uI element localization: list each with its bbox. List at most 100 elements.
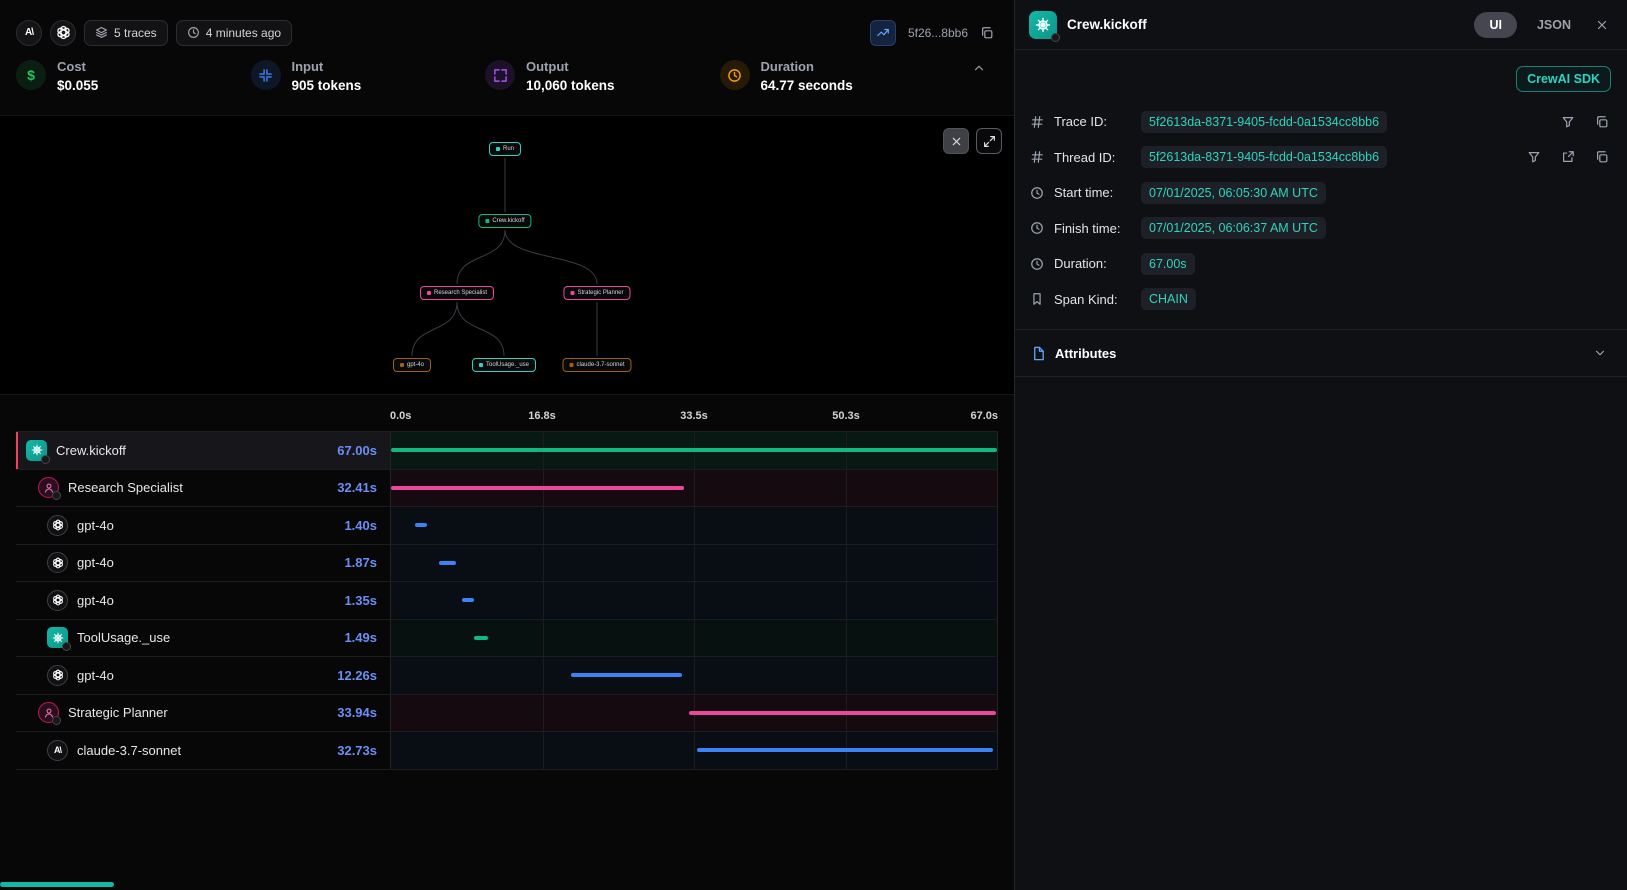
timeline-row[interactable]: A\claude-3.7-sonnet32.73s (16, 732, 998, 770)
detail-label: Span Kind: (1054, 292, 1132, 307)
copy-icon (980, 26, 994, 40)
row-gantt-cell[interactable] (390, 545, 998, 582)
tab-ui[interactable]: UI (1474, 12, 1517, 38)
span-name: ToolUsage._use (77, 630, 170, 645)
row-label-cell[interactable]: Strategic Planner33.94s (16, 695, 390, 732)
gridline (846, 545, 847, 582)
gridline (694, 545, 695, 582)
detail-value[interactable]: 5f2613da-8371-9405-fcdd-0a1534cc8bb6 (1141, 111, 1387, 133)
traces-count-badge[interactable]: 5 traces (84, 20, 168, 46)
timeline-row[interactable]: Research Specialist32.41s (16, 470, 998, 508)
span-bar[interactable] (439, 561, 456, 565)
close-icon (950, 135, 963, 148)
bookmark-icon (1029, 292, 1045, 306)
detail-value[interactable]: 67.00s (1141, 253, 1195, 275)
row-label-cell[interactable]: ToolUsage._use1.49s (16, 620, 390, 657)
span-duration: 1.35s (344, 593, 390, 608)
copy-icon (1595, 150, 1609, 164)
row-label-cell[interactable]: gpt-4o1.35s (16, 582, 390, 619)
copy-trace-id-button[interactable] (976, 22, 998, 44)
timeline-rows: Crew.kickoff67.00sResearch Specialist32.… (16, 431, 998, 770)
gridline (543, 695, 544, 732)
row-label-cell[interactable]: gpt-4o12.26s (16, 657, 390, 694)
span-bar[interactable] (391, 448, 997, 452)
detail-row: Duration:67.00s (1029, 246, 1613, 282)
gridline (846, 507, 847, 544)
timeline-row[interactable]: gpt-4o1.35s (16, 582, 998, 620)
gridline (846, 620, 847, 657)
copy-value-button[interactable] (1591, 111, 1613, 133)
trace-graph[interactable]: Run Crew.kickoff Research Specialist Strate… (0, 115, 1014, 395)
row-label-cell[interactable]: gpt-4o1.87s (16, 545, 390, 582)
close-graph-button[interactable] (943, 128, 969, 154)
span-bar[interactable] (415, 523, 428, 527)
tab-json[interactable]: JSON (1531, 17, 1577, 33)
node-label: Strategic Planner (577, 290, 623, 296)
span-duration: 32.73s (337, 743, 390, 758)
copy-value-button[interactable] (1591, 146, 1613, 168)
row-gantt-cell[interactable] (390, 620, 998, 657)
crew-icon (1029, 11, 1057, 39)
filter-button[interactable] (1523, 146, 1545, 168)
span-bar[interactable] (462, 598, 474, 602)
attributes-section[interactable]: Attributes (1015, 329, 1627, 377)
span-bar[interactable] (474, 636, 487, 640)
file-icon (1031, 346, 1046, 361)
timeline-row[interactable]: gpt-4o1.40s (16, 507, 998, 545)
clock-icon (1029, 221, 1045, 235)
gridline (694, 732, 695, 769)
row-label-cell[interactable]: A\claude-3.7-sonnet32.73s (16, 732, 390, 769)
close-panel-button[interactable] (1591, 14, 1613, 36)
row-label-cell[interactable]: Research Specialist32.41s (16, 470, 390, 507)
graph-node[interactable]: Crew.kickoff (478, 214, 531, 228)
detail-value[interactable]: CHAIN (1141, 288, 1196, 310)
detail-value[interactable]: 5f2613da-8371-9405-fcdd-0a1534cc8bb6 (1141, 146, 1387, 168)
row-gantt-cell[interactable] (390, 582, 998, 619)
sdk-mini-badge (52, 491, 61, 500)
stat-value: 905 tokens (292, 78, 362, 93)
detail-row: Span Kind: CHAIN (1029, 282, 1613, 318)
timeline-row[interactable]: gpt-4o12.26s (16, 657, 998, 695)
graph-node[interactable]: Run (489, 142, 521, 156)
chevron-down-icon[interactable] (1589, 342, 1611, 364)
timeline-row[interactable]: Crew.kickoff67.00s (16, 432, 998, 470)
span-bar[interactable] (391, 486, 684, 490)
row-label-cell[interactable]: Crew.kickoff67.00s (16, 432, 390, 469)
row-gantt-cell[interactable] (390, 695, 998, 732)
row-gantt-cell[interactable] (390, 732, 998, 769)
agent-icon (38, 477, 59, 498)
span-bar[interactable] (697, 748, 993, 752)
span-bar[interactable] (689, 711, 996, 715)
graph-node[interactable]: Strategic Planner (563, 286, 630, 300)
detail-value[interactable]: 07/01/2025, 06:06:37 AM UTC (1141, 217, 1326, 239)
row-gantt-cell[interactable] (390, 657, 998, 694)
timeline-row[interactable]: Strategic Planner33.94s (16, 695, 998, 733)
horizontal-scrollbar-thumb[interactable] (0, 882, 114, 887)
close-icon (1595, 18, 1609, 32)
collapse-stats-button[interactable] (968, 57, 990, 79)
expand-graph-button[interactable] (976, 128, 1002, 154)
timeline-row[interactable]: ToolUsage._use1.49s (16, 620, 998, 658)
node-status-dot (427, 291, 431, 295)
graph-node[interactable]: Research Specialist (420, 286, 494, 300)
node-label: Crew.kickoff (492, 218, 524, 224)
stat-label: Input (292, 59, 362, 74)
span-bar[interactable] (571, 673, 682, 677)
detail-value[interactable]: 07/01/2025, 06:05:30 AM UTC (1141, 182, 1326, 204)
timeline-row[interactable]: gpt-4o1.87s (16, 545, 998, 583)
graph-node[interactable]: gpt-4o (393, 358, 431, 372)
row-gantt-cell[interactable] (390, 470, 998, 507)
timeline: 0.0s16.8s33.5s50.3s67.0s Crew.kickoff67.… (16, 407, 998, 770)
row-label-cell[interactable]: gpt-4o1.40s (16, 507, 390, 544)
stat-duration: Duration64.77 seconds (720, 59, 955, 105)
graph-node[interactable]: claude-3.7-sonnet (562, 358, 631, 372)
filter-button[interactable] (1557, 111, 1579, 133)
row-gantt-cell[interactable] (390, 432, 998, 469)
metrics-button[interactable] (870, 20, 896, 46)
open-link-button[interactable] (1557, 146, 1579, 168)
stat-label: Cost (57, 59, 98, 74)
trace-short-id: 5f26...8bb6 (908, 26, 968, 40)
gridline (543, 545, 544, 582)
row-gantt-cell[interactable] (390, 507, 998, 544)
graph-node[interactable]: ToolUsage._use (472, 358, 536, 372)
